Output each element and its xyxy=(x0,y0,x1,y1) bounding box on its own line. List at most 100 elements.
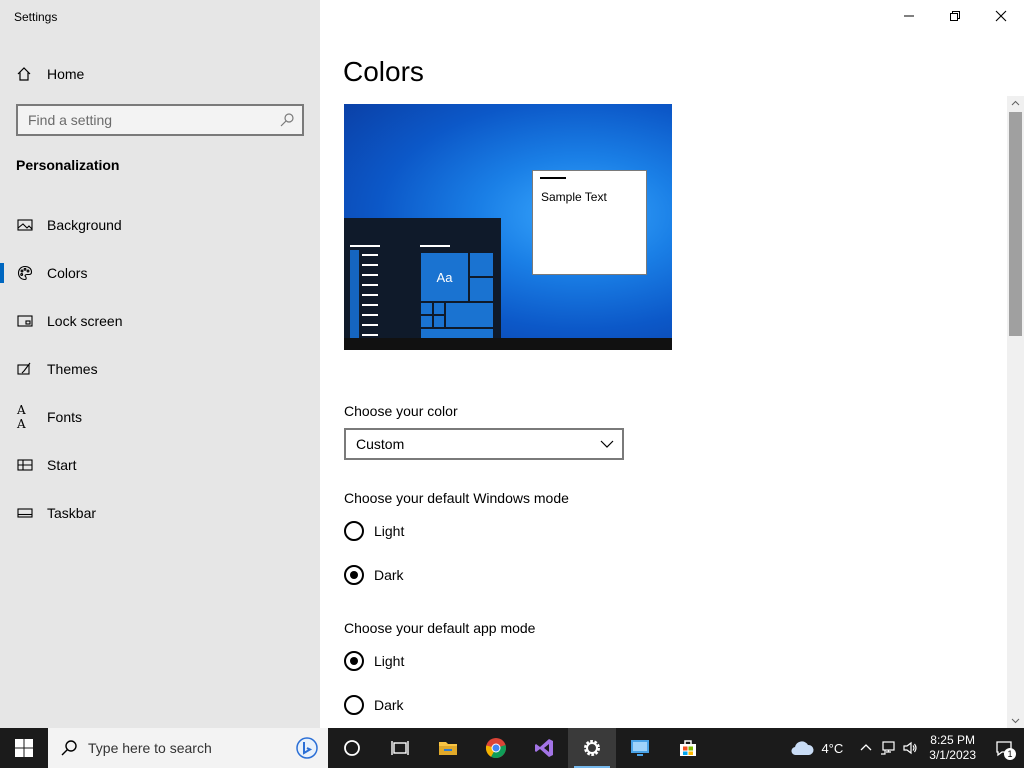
scrollbar[interactable] xyxy=(1007,96,1024,728)
sidebar-item-label: Background xyxy=(47,217,122,233)
section-title: Personalization xyxy=(16,157,120,173)
start-button[interactable] xyxy=(0,728,48,768)
windows-logo-icon xyxy=(15,739,33,757)
remote-desktop-button[interactable] xyxy=(616,728,664,768)
radio-label: Light xyxy=(374,653,405,669)
chrome-button[interactable] xyxy=(472,728,520,768)
sidebar-item-label: Taskbar xyxy=(47,505,97,521)
weather-widget[interactable]: 4°C xyxy=(789,739,843,757)
page-title: Colors xyxy=(343,56,424,87)
search-icon xyxy=(61,740,77,756)
sample-text: Sample Text xyxy=(541,190,607,204)
app-mode-dark-radio[interactable]: Dark xyxy=(344,694,404,716)
sidebar: Settings Home Personalization Background… xyxy=(0,0,320,728)
visual-studio-icon xyxy=(535,739,553,757)
clock-time: 8:25 PM xyxy=(930,733,975,747)
file-explorer-icon xyxy=(439,742,457,755)
system-tray: 4°C 8:25 PM 3/1/2023 1 xyxy=(789,728,1024,768)
clock-date: 3/1/2023 xyxy=(929,748,976,762)
preview-tile-text: Aa xyxy=(420,252,469,302)
main-content: Colors Sample Text Aa Choose your color … xyxy=(320,0,1024,728)
choose-color-dropdown[interactable]: Custom xyxy=(344,428,624,460)
chevron-up-icon xyxy=(860,744,872,751)
action-center-button[interactable]: 1 xyxy=(984,728,1024,768)
search-icon xyxy=(280,113,294,127)
find-setting-search[interactable] xyxy=(16,104,304,136)
lock-screen-icon xyxy=(17,315,33,327)
task-view-button[interactable] xyxy=(376,728,424,768)
choose-color-value: Custom xyxy=(356,436,405,452)
sidebar-item-fonts[interactable]: A A Fonts xyxy=(0,397,320,437)
chrome-icon xyxy=(485,738,506,759)
remote-desktop-icon xyxy=(631,740,649,756)
sidebar-item-label: Themes xyxy=(47,361,98,377)
network-button[interactable] xyxy=(877,737,899,759)
taskbar-search[interactable]: Type here to search xyxy=(48,728,328,768)
sidebar-item-colors[interactable]: Colors xyxy=(0,253,320,293)
radio-circle xyxy=(344,521,364,541)
app-title: Settings xyxy=(14,10,58,24)
scroll-up-icon[interactable] xyxy=(1011,99,1020,108)
sidebar-item-themes[interactable]: Themes xyxy=(0,349,320,389)
close-button[interactable] xyxy=(978,0,1024,32)
find-setting-input[interactable] xyxy=(18,111,280,129)
radio-label: Light xyxy=(374,523,405,539)
sidebar-item-start[interactable]: Start xyxy=(0,445,320,485)
sidebar-home[interactable]: Home xyxy=(16,63,84,85)
sidebar-item-label: Start xyxy=(47,457,77,473)
home-icon xyxy=(17,67,31,81)
sidebar-item-background[interactable]: Background xyxy=(0,205,320,245)
file-explorer-button[interactable] xyxy=(424,728,472,768)
windows-mode-dark-radio[interactable]: Dark xyxy=(344,564,404,586)
volume-icon xyxy=(903,741,917,755)
start-menu-preview: Aa xyxy=(344,218,501,340)
settings-icon xyxy=(584,740,600,756)
fonts-icon: A A xyxy=(17,403,26,431)
taskbar-icon xyxy=(17,508,33,518)
sample-window: Sample Text xyxy=(532,170,647,275)
window-controls xyxy=(886,0,1024,32)
radio-label: Dark xyxy=(374,697,404,713)
scrollbar-thumb[interactable] xyxy=(1009,112,1022,336)
taskbar-search-text: Type here to search xyxy=(88,740,212,756)
cortana-icon xyxy=(344,740,360,756)
scroll-down-icon[interactable] xyxy=(1011,716,1020,725)
app-mode-label: Choose your default app mode xyxy=(344,620,536,636)
close-icon xyxy=(995,10,1007,22)
visual-studio-button[interactable] xyxy=(520,728,568,768)
radio-label: Dark xyxy=(374,567,404,583)
bing-icon[interactable] xyxy=(296,737,318,759)
radio-circle-selected xyxy=(344,565,364,585)
sidebar-item-label: Lock screen xyxy=(47,313,123,329)
volume-button[interactable] xyxy=(899,737,921,759)
sidebar-item-label: Fonts xyxy=(47,409,83,425)
restore-button[interactable] xyxy=(932,0,978,32)
settings-button[interactable] xyxy=(568,728,616,768)
sidebar-item-label: Colors xyxy=(47,265,88,281)
clock[interactable]: 8:25 PM 3/1/2023 xyxy=(929,733,976,763)
sidebar-item-taskbar[interactable]: Taskbar xyxy=(0,493,320,533)
choose-color-label: Choose your color xyxy=(344,403,458,419)
cortana-button[interactable] xyxy=(328,728,376,768)
cloud-icon xyxy=(791,741,814,756)
chevron-down-icon xyxy=(600,440,614,448)
start-icon xyxy=(17,459,33,471)
windows-mode-light-radio[interactable]: Light xyxy=(344,520,404,542)
radio-circle-selected xyxy=(344,651,364,671)
minimize-button[interactable] xyxy=(886,0,932,32)
weather-temp: 4°C xyxy=(821,740,844,756)
task-view-icon xyxy=(391,741,409,755)
restore-icon xyxy=(950,11,960,21)
windows-mode-label: Choose your default Windows mode xyxy=(344,490,569,506)
image-icon xyxy=(17,219,33,231)
taskbar: Type here to search 4°C 8:25 PM 3/1/2023… xyxy=(0,728,1024,768)
notification-badge: 1 xyxy=(1004,748,1016,760)
home-label: Home xyxy=(47,66,85,82)
show-hidden-icons-button[interactable] xyxy=(855,737,877,759)
sidebar-item-lock-screen[interactable]: Lock screen xyxy=(0,301,320,341)
app-mode-light-radio[interactable]: Light xyxy=(344,650,404,672)
store-button[interactable] xyxy=(664,728,712,768)
network-icon xyxy=(881,741,895,755)
store-icon xyxy=(680,740,696,756)
palette-icon xyxy=(17,265,33,281)
